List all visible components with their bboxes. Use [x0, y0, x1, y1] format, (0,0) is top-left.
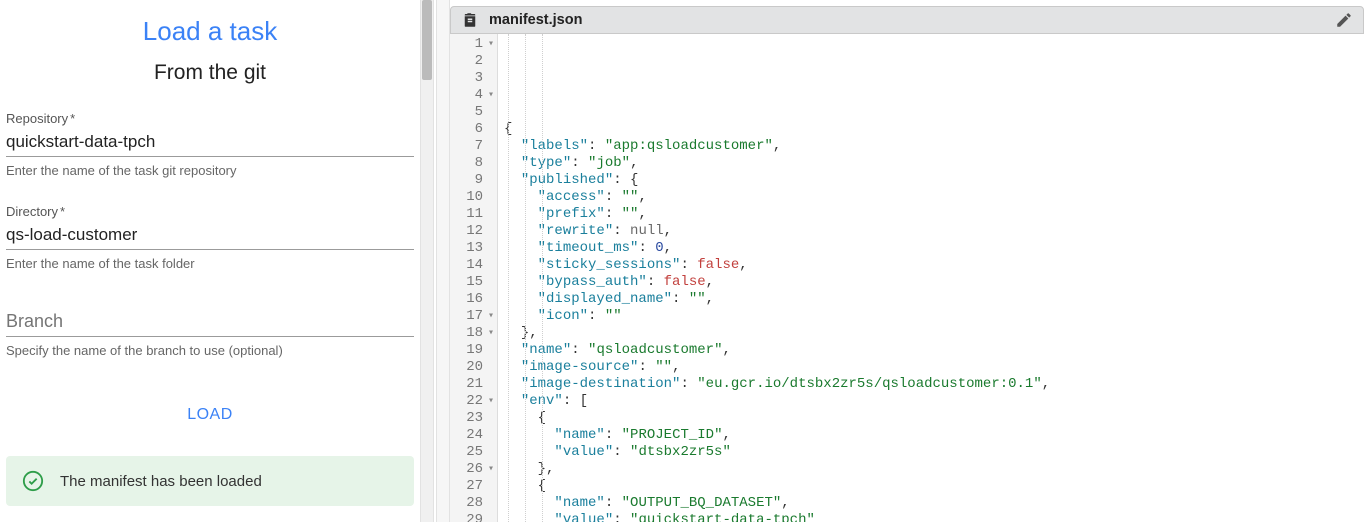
repository-field: Repository* Enter the name of the task g… [6, 111, 414, 190]
line-number-gutter: 1234567891011121314151617181920212223242… [450, 34, 498, 522]
file-name: manifest.json [489, 12, 1325, 28]
load-task-form: Load a task From the git Repository* Ent… [0, 0, 420, 522]
required-marker: * [60, 204, 65, 219]
branch-input[interactable] [6, 305, 414, 337]
editor-header: manifest.json [450, 6, 1364, 34]
repository-help: Enter the name of the task git repositor… [6, 163, 414, 178]
editor-panel: manifest.json 12345678910111213141516171… [450, 0, 1370, 522]
branch-help: Specify the name of the branch to use (o… [6, 343, 414, 358]
directory-label-text: Directory [6, 204, 58, 219]
scrollbar-thumb[interactable] [422, 0, 432, 80]
repository-label: Repository* [6, 111, 414, 126]
directory-label: Directory* [6, 204, 414, 219]
required-marker: * [70, 111, 75, 126]
file-icon [461, 11, 479, 29]
code-editor[interactable]: 1234567891011121314151617181920212223242… [450, 34, 1364, 522]
left-scrollbar[interactable] [420, 0, 434, 522]
repository-label-text: Repository [6, 111, 68, 126]
form-subtitle: From the git [6, 61, 414, 85]
pencil-icon[interactable] [1335, 11, 1353, 29]
directory-input[interactable] [6, 219, 414, 250]
gutter-scroll[interactable] [436, 0, 450, 522]
success-message: The manifest has been loaded [60, 473, 262, 490]
panel-divider[interactable] [420, 0, 450, 522]
code-content[interactable]: { "labels": "app:qsloadcustomer", "type"… [498, 34, 1364, 522]
success-banner: The manifest has been loaded [6, 456, 414, 506]
repository-input[interactable] [6, 126, 414, 157]
form-title: Load a task [6, 16, 414, 47]
directory-field: Directory* Enter the name of the task fo… [6, 204, 414, 283]
branch-field: Specify the name of the branch to use (o… [6, 305, 414, 370]
directory-help: Enter the name of the task folder [6, 256, 414, 271]
check-circle-icon [22, 470, 44, 492]
load-button[interactable]: LOAD [175, 400, 245, 430]
